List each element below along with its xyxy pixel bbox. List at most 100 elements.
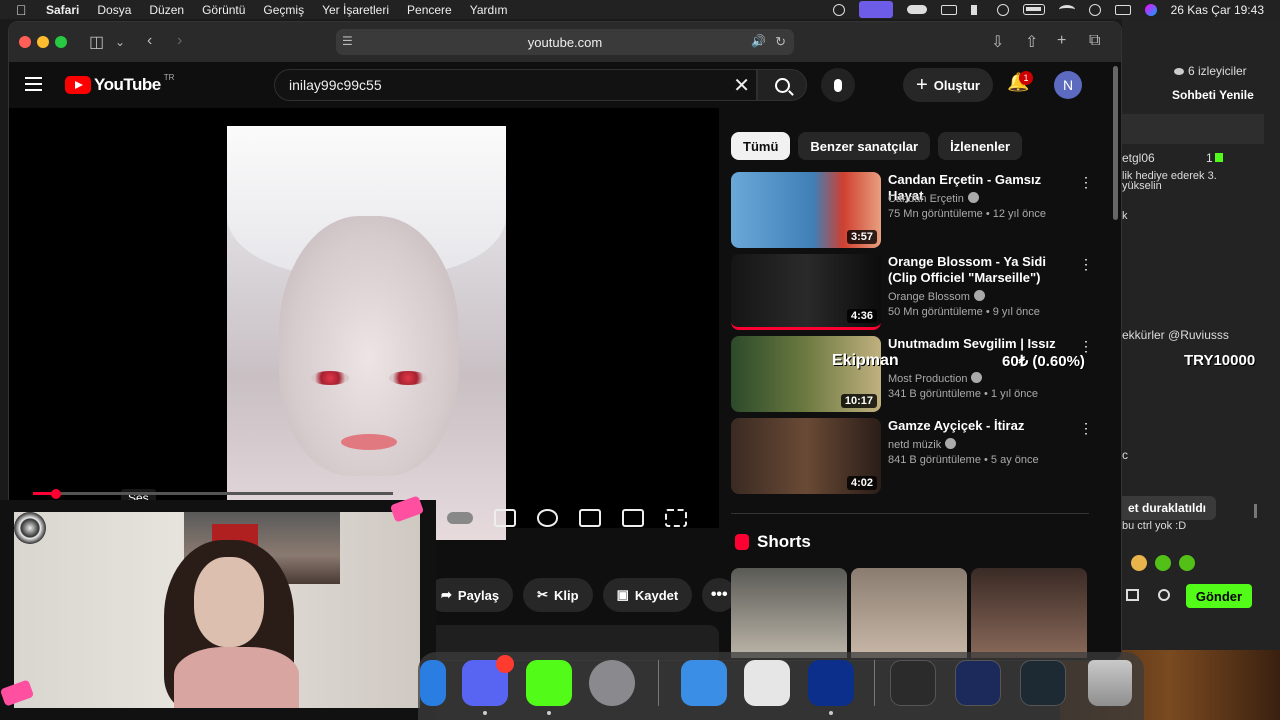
menu-icon[interactable] bbox=[25, 77, 42, 91]
volume-handle[interactable] bbox=[51, 489, 61, 499]
search-icon[interactable] bbox=[1088, 3, 1101, 16]
chip-izlenenler[interactable]: İzlenenler bbox=[938, 132, 1023, 160]
play-icon[interactable] bbox=[996, 3, 1009, 16]
page-scrollbar[interactable] bbox=[1113, 66, 1118, 220]
chat-settings-icon[interactable] bbox=[1158, 589, 1170, 601]
menu-gecmis[interactable]: Geçmiş bbox=[263, 3, 304, 17]
short-thumbnail[interactable] bbox=[971, 568, 1087, 658]
menu-goruntu[interactable]: Görüntü bbox=[202, 3, 245, 17]
wifi-icon[interactable] bbox=[1058, 5, 1075, 14]
short-thumbnail[interactable] bbox=[851, 568, 967, 658]
video-thumbnail[interactable]: 3:57 bbox=[731, 172, 881, 248]
create-button[interactable]: + Oluştur bbox=[903, 68, 993, 102]
record-icon[interactable] bbox=[832, 3, 845, 16]
emote-icon[interactable] bbox=[1131, 555, 1147, 571]
short-thumbnail[interactable] bbox=[731, 568, 847, 658]
downloads-icon[interactable]: ⇩ bbox=[991, 32, 1004, 52]
display-icon[interactable] bbox=[940, 4, 957, 15]
clear-search-icon[interactable]: ✕ bbox=[733, 73, 750, 98]
cloud-icon[interactable] bbox=[906, 5, 927, 14]
chip-benzer-sanatcilar[interactable]: Benzer sanatçılar bbox=[798, 132, 931, 160]
share-icon[interactable]: ⇧ bbox=[1025, 32, 1038, 52]
speaker-icon[interactable]: 🔊 bbox=[751, 34, 766, 48]
menu-dosya[interactable]: Dosya bbox=[97, 3, 131, 17]
airplay-icon[interactable] bbox=[622, 509, 645, 527]
gift-box-icon[interactable] bbox=[1126, 589, 1139, 601]
system-settings-icon[interactable] bbox=[589, 660, 635, 706]
reload-icon[interactable]: ↻ bbox=[775, 34, 786, 50]
battery-icon[interactable] bbox=[1022, 4, 1045, 15]
autoplay-toggle[interactable] bbox=[447, 512, 473, 524]
chat-scrollbar[interactable] bbox=[1254, 504, 1257, 518]
channel-name[interactable]: netd müzik bbox=[888, 438, 957, 451]
emote-icon[interactable] bbox=[1179, 555, 1195, 571]
clock[interactable]: 26 Kas Çar 19:43 bbox=[1171, 3, 1264, 17]
new-tab-icon[interactable]: + bbox=[1057, 32, 1066, 50]
video-thumbnail[interactable]: 10:17 bbox=[731, 336, 881, 412]
more-options-icon[interactable]: ⋮ bbox=[1079, 174, 1093, 191]
mail-icon[interactable] bbox=[681, 660, 727, 706]
channel-name[interactable]: Most Production bbox=[888, 372, 983, 385]
chip-tumu[interactable]: Tümü bbox=[731, 132, 791, 160]
more-options-icon[interactable]: ⋮ bbox=[1079, 256, 1093, 273]
menu-app-name[interactable]: Safari bbox=[46, 3, 79, 17]
share-button[interactable]: ➦ Paylaş bbox=[427, 578, 514, 612]
video-frame[interactable] bbox=[227, 126, 506, 540]
address-bar[interactable]: ☰ youtube.com 🔊 ↻ bbox=[336, 29, 794, 55]
menu-duzen[interactable]: Düzen bbox=[149, 3, 184, 17]
volume-slider[interactable] bbox=[33, 492, 393, 495]
zoom-window-button[interactable] bbox=[55, 36, 67, 48]
close-window-button[interactable] bbox=[19, 36, 31, 48]
volume-icon[interactable] bbox=[970, 4, 983, 15]
search-button[interactable] bbox=[757, 69, 807, 101]
chevron-down-icon[interactable]: ⌄ bbox=[115, 35, 125, 49]
kick-studio-icon[interactable] bbox=[526, 660, 572, 706]
video-title[interactable]: Orange Blossom - Ya Sidi (Clip Officiel … bbox=[888, 254, 1068, 286]
theater-mode-icon[interactable] bbox=[579, 509, 602, 527]
teamviewer-icon[interactable] bbox=[808, 660, 854, 706]
fullscreen-icon[interactable] bbox=[665, 509, 687, 527]
settings-gear-icon[interactable] bbox=[536, 509, 559, 527]
clip-button[interactable]: ✂ Klip bbox=[523, 578, 593, 612]
video-thumbnail[interactable]: 4:02 bbox=[731, 418, 881, 494]
menu-pencere[interactable]: Pencere bbox=[407, 3, 452, 17]
send-button[interactable]: Gönder bbox=[1186, 584, 1252, 608]
trash-icon[interactable] bbox=[1088, 660, 1132, 706]
video-title[interactable]: Unutmadım Sevgilim | Issız bbox=[888, 336, 1068, 352]
list-item[interactable]: 4:36 Orange Blossom - Ya Sidi (Clip Offi… bbox=[731, 254, 1093, 330]
chat-paused-banner[interactable]: et duraklatıldı bbox=[1118, 496, 1217, 520]
calculator-icon[interactable] bbox=[744, 660, 790, 706]
emote-icon[interactable] bbox=[1155, 555, 1171, 571]
channel-name[interactable]: Candan Erçetin bbox=[888, 192, 979, 205]
back-icon[interactable]: ‹ bbox=[147, 32, 152, 50]
window-preview-icon[interactable] bbox=[890, 660, 936, 706]
list-item[interactable]: 3:57 Candan Erçetin - Gamsız Hayat Canda… bbox=[731, 172, 1093, 248]
search-input[interactable]: inilay99c99c55 ✕ bbox=[274, 69, 757, 101]
list-item[interactable]: 10:17 Unutmadım Sevgilim | Issız Most Pr… bbox=[731, 336, 1093, 412]
video-thumbnail[interactable]: 4:36 bbox=[731, 254, 881, 330]
window-preview-icon[interactable] bbox=[1020, 660, 1066, 706]
page-menu-icon[interactable]: ☰ bbox=[342, 34, 353, 48]
menu-yardim[interactable]: Yardım bbox=[470, 3, 508, 17]
menu-yer-isaretleri[interactable]: Yer İşaretleri bbox=[322, 3, 389, 17]
channel-name[interactable]: Orange Blossom bbox=[888, 290, 985, 303]
minimize-window-button[interactable] bbox=[37, 36, 49, 48]
chat-username[interactable]: etgl06 bbox=[1122, 151, 1155, 165]
more-options-icon[interactable]: ⋮ bbox=[1079, 420, 1093, 437]
control-center-icon[interactable] bbox=[1114, 4, 1131, 15]
avatar[interactable]: N bbox=[1054, 71, 1082, 99]
siri-icon[interactable] bbox=[1144, 3, 1157, 16]
subtitles-icon[interactable] bbox=[493, 509, 516, 527]
youtube-logo[interactable]: YouTube TR bbox=[65, 73, 174, 95]
save-button[interactable]: ▣ Kaydet bbox=[602, 578, 693, 612]
apple-icon[interactable]:  bbox=[16, 2, 36, 18]
list-item[interactable]: 4:02 Gamze Ayçiçek - İtiraz netd müzik 8… bbox=[731, 418, 1093, 494]
finder-icon[interactable] bbox=[420, 660, 446, 706]
sidebar-icon[interactable]: ◫ bbox=[89, 32, 104, 52]
screen-share-icon[interactable] bbox=[858, 1, 893, 18]
tab-overview-icon[interactable]: ⧉ bbox=[1089, 32, 1100, 50]
voice-search-button[interactable] bbox=[821, 68, 855, 102]
refresh-chat-button[interactable]: Sohbeti Yenile bbox=[1172, 88, 1254, 102]
window-preview-icon[interactable] bbox=[955, 660, 1001, 706]
video-title[interactable]: Gamze Ayçiçek - İtiraz bbox=[888, 418, 1068, 434]
